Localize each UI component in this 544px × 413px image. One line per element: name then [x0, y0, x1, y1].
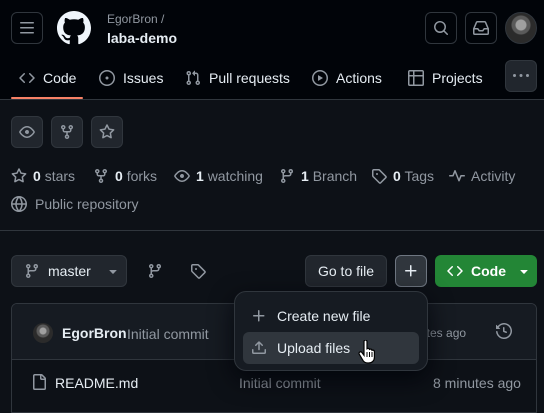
fork-icon	[95, 169, 107, 184]
menu-item-create-new-file[interactable]: Create new file	[243, 300, 419, 332]
play-icon	[312, 70, 328, 86]
watch-button[interactable]	[11, 116, 43, 148]
code-button-label: Code	[471, 263, 506, 279]
search-button[interactable]	[425, 12, 457, 44]
add-file-button[interactable]	[395, 255, 427, 287]
star-icon	[99, 124, 115, 139]
commit-message[interactable]: Initial commit	[127, 326, 209, 342]
eye-icon	[174, 170, 190, 182]
tag-icon	[191, 264, 206, 279]
github-logo-icon[interactable]	[57, 11, 91, 45]
watching-stat[interactable]: 1 watching	[174, 166, 263, 186]
inbox-button[interactable]	[465, 12, 497, 44]
go-to-file-button[interactable]: Go to file	[305, 255, 387, 287]
issue-icon	[99, 70, 115, 86]
activity-link[interactable]: Activity	[449, 166, 515, 186]
forks-stat[interactable]: 0 forks	[93, 166, 157, 186]
pulse-icon	[449, 170, 465, 182]
globe-icon	[11, 196, 27, 212]
menu-item-label: Create new file	[277, 308, 371, 324]
tab-actions-label: Actions	[336, 70, 382, 86]
fork-button[interactable]	[51, 116, 83, 148]
stars-label: stars	[44, 168, 76, 184]
watching-count: 1	[196, 168, 204, 184]
tab-issues[interactable]: Issues	[99, 58, 163, 98]
branch-name: master	[48, 263, 91, 279]
branch-icon	[25, 264, 38, 279]
table-icon	[408, 70, 424, 86]
forks-label: forks	[126, 168, 158, 184]
tab-pull-requests[interactable]: Pull requests	[185, 58, 290, 98]
triangle-down-icon	[520, 270, 528, 274]
tab-issues-label: Issues	[123, 70, 164, 86]
file-icon	[33, 374, 46, 390]
hamburger-menu-button[interactable]	[11, 12, 43, 44]
branch-icon	[148, 264, 161, 279]
branches-stat[interactable]: 1 Branch	[279, 166, 357, 186]
pull-request-icon	[186, 70, 201, 86]
commit-author-avatar[interactable]	[33, 323, 53, 343]
tags-label: Tags	[404, 168, 435, 184]
branch-count: 1	[301, 168, 309, 184]
file-commit-time: 8 minutes ago	[433, 375, 521, 391]
active-tab-indicator	[11, 97, 83, 99]
tab-projects-label: Projects	[432, 70, 483, 86]
fork-icon	[61, 125, 73, 140]
menu-item-label: Upload files	[277, 340, 351, 356]
star-icon	[11, 168, 27, 183]
tab-code[interactable]: Code	[19, 58, 76, 98]
menu-item-upload-files[interactable]: Upload files	[243, 332, 419, 364]
visibility-label: Public repository	[35, 196, 139, 212]
section-divider	[0, 230, 544, 231]
repo-name-link[interactable]: laba-demo	[107, 30, 177, 46]
code-icon	[447, 265, 463, 277]
search-icon	[434, 21, 448, 35]
triangle-down-icon	[109, 270, 117, 274]
tags-link[interactable]	[189, 262, 207, 280]
tab-actions[interactable]: Actions	[312, 58, 382, 98]
activity-label: Activity	[471, 168, 516, 184]
star-button[interactable]	[91, 116, 123, 148]
file-commit-message[interactable]: Initial commit	[239, 375, 321, 391]
branch-selector[interactable]: master	[11, 255, 127, 287]
plus-icon	[253, 310, 265, 322]
upload-icon	[252, 341, 266, 354]
stars-stat[interactable]: 0 stars	[11, 166, 75, 186]
code-icon	[19, 72, 35, 84]
branch-icon	[280, 169, 293, 184]
history-icon[interactable]	[496, 323, 512, 339]
stars-count: 0	[33, 168, 41, 184]
repo-owner-link[interactable]: EgorBron /	[107, 12, 164, 26]
tags-stat[interactable]: 0 Tags	[371, 166, 434, 186]
tab-projects[interactable]: Projects	[408, 58, 483, 98]
commit-author[interactable]: EgorBron	[62, 325, 127, 341]
more-tabs-button[interactable]	[505, 60, 537, 92]
hamburger-icon	[20, 22, 34, 34]
tab-code-label: Code	[43, 70, 77, 86]
eye-icon	[19, 126, 35, 138]
kebab-horizontal-icon	[513, 74, 529, 77]
forks-count: 0	[115, 168, 123, 184]
file-name[interactable]: README.md	[55, 375, 138, 391]
tab-pull-requests-label: Pull requests	[209, 70, 290, 86]
user-avatar[interactable]	[505, 12, 537, 44]
code-button[interactable]: Code	[435, 255, 537, 287]
add-file-menu: Create new file Upload files	[234, 291, 428, 371]
branches-link[interactable]	[146, 262, 164, 280]
tag-icon	[372, 169, 387, 184]
tags-count: 0	[393, 168, 401, 184]
inbox-icon	[473, 21, 489, 35]
hand-pointer-cursor-icon	[358, 340, 375, 364]
branch-label: Branch	[312, 168, 358, 184]
plus-icon	[405, 265, 417, 277]
watching-label: watching	[207, 168, 263, 184]
visibility-stat: Public repository	[11, 194, 139, 214]
